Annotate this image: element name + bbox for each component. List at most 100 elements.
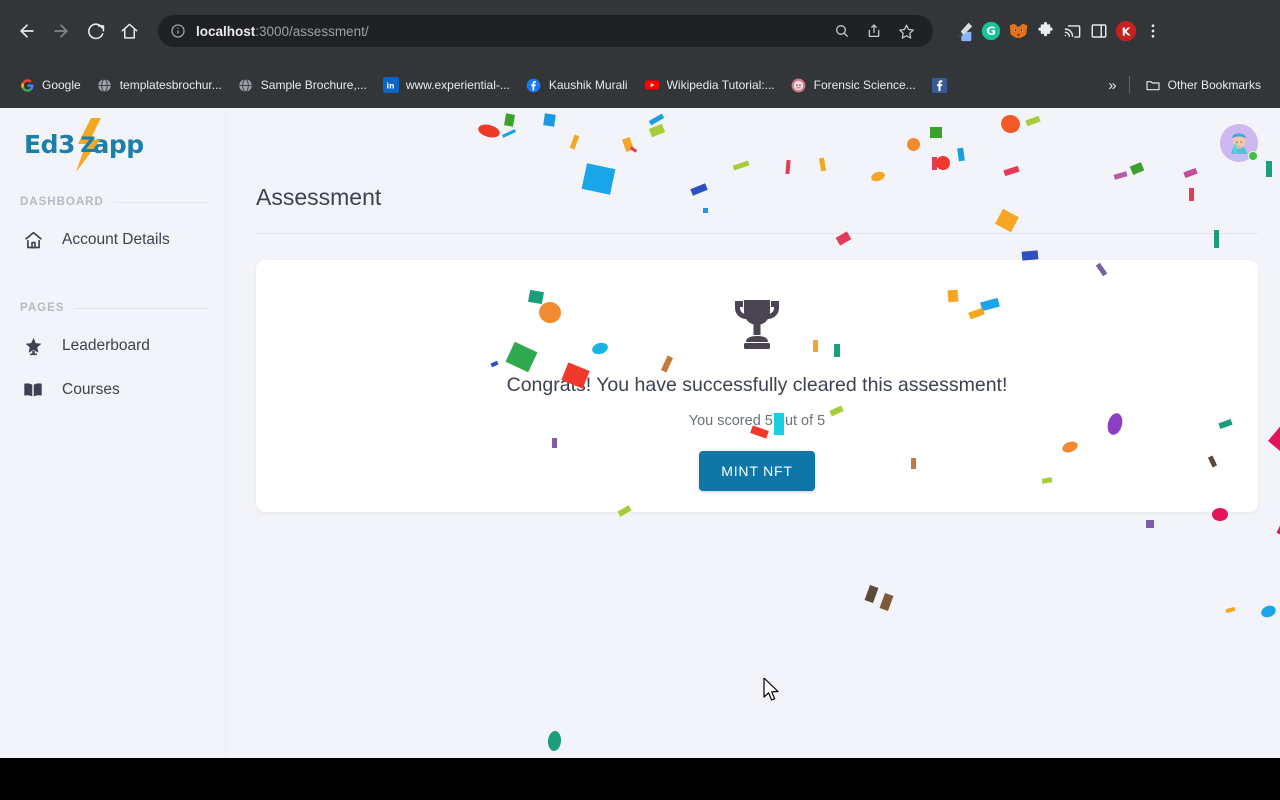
bookmark-item[interactable]: Google: [12, 73, 88, 97]
url-text: localhost:3000/assessment/: [196, 24, 369, 39]
facebook-icon: [932, 77, 948, 93]
bookmark-item[interactable]: Sample Brochure,...: [231, 73, 374, 97]
confetti-piece: [478, 124, 500, 138]
home-icon: [22, 229, 44, 251]
url-host: localhost: [196, 23, 256, 39]
facebook-icon: [526, 77, 542, 93]
svg-text:in: in: [387, 81, 395, 90]
page-bottom-letterbox: [0, 758, 1280, 800]
confetti-piece: [1001, 114, 1020, 134]
other-bookmarks-folder[interactable]: Other Bookmarks: [1138, 73, 1268, 97]
bookmark-item[interactable]: Wikipedia Tutorial:...: [637, 73, 782, 97]
confetti-piece: [1003, 165, 1020, 177]
confetti-piece: [864, 584, 879, 604]
sidebar-item-account-details[interactable]: Account Details: [0, 218, 225, 262]
star-trophy-icon: [22, 335, 44, 357]
congrats-heading: Congrats! You have successfully cleared …: [506, 374, 1008, 396]
confetti-piece: [1146, 520, 1154, 528]
bookmarks-separator: [1128, 76, 1130, 94]
bookmarks-overflow-chevron[interactable]: »: [1104, 77, 1120, 94]
bookmark-item[interactable]: in www.experiential-...: [376, 73, 517, 97]
google-icon: [19, 77, 35, 93]
sidebar-item-label: Account Details: [62, 231, 170, 248]
main-content: Assessment Congrats! You have successful…: [226, 108, 1280, 758]
bookmark-label: Google: [42, 78, 81, 92]
bookmark-item[interactable]: Kaushik Murali: [519, 73, 635, 97]
address-bar[interactable]: localhost:3000/assessment/: [158, 15, 933, 47]
confetti-piece: [622, 137, 634, 152]
chrome-menu-icon[interactable]: [1142, 20, 1164, 42]
eyedropper-extension-icon[interactable]: [953, 20, 975, 42]
extensions-area: G K: [941, 20, 1164, 42]
confetti-piece: [502, 129, 516, 138]
reload-button[interactable]: [78, 14, 112, 48]
online-status-dot: [1248, 151, 1258, 161]
forward-button[interactable]: [44, 14, 78, 48]
confetti-piece: [930, 127, 942, 138]
sidebar: Ed3Zapp Z DASHBOARD Account Details PAGE…: [0, 108, 226, 758]
confetti-piece: [785, 159, 791, 175]
bookmark-label: Wikipedia Tutorial:...: [666, 78, 775, 92]
confetti-piece: [703, 208, 708, 213]
globe-icon: [97, 77, 113, 93]
other-bookmarks-label: Other Bookmarks: [1167, 78, 1261, 92]
confetti-piece: [569, 134, 580, 150]
sidebar-item-courses[interactable]: Courses: [0, 368, 225, 412]
lightning-bolt-z-icon: Z: [73, 118, 103, 177]
confetti-piece: [1183, 167, 1198, 179]
zoom-search-icon[interactable]: [827, 16, 857, 46]
sidebar-section-pages: PAGES: [0, 302, 225, 314]
cast-icon[interactable]: [1061, 20, 1083, 42]
svg-text:K: K: [1122, 26, 1131, 39]
assessment-result-card: Congrats! You have successfully cleared …: [256, 260, 1258, 512]
grammarly-extension-icon[interactable]: G: [980, 20, 1002, 42]
confetti-piece: [818, 157, 827, 172]
avatar[interactable]: [1220, 124, 1258, 162]
bookmark-label: Kaushik Murali: [548, 78, 628, 92]
confetti-piece: [732, 160, 750, 171]
sidebar-item-label: Courses: [62, 381, 120, 398]
header-divider: [256, 233, 1258, 234]
url-path: :3000/assessment/: [255, 23, 369, 39]
bookmark-item[interactable]: templatesbrochur...: [90, 73, 229, 97]
browser-toolbar: localhost:3000/assessment/ G K: [0, 0, 1280, 62]
bookmark-label: templatesbrochur...: [119, 78, 222, 92]
profile-avatar-button[interactable]: K: [1115, 20, 1137, 42]
folder-icon: [1145, 77, 1161, 93]
confetti-piece: [907, 138, 920, 151]
sidebar-item-leaderboard[interactable]: Leaderboard: [0, 324, 225, 368]
fox-extension-icon[interactable]: [1007, 20, 1029, 42]
bookmark-label: Forensic Science...: [813, 78, 916, 92]
info-circle-icon[interactable]: [170, 23, 186, 39]
site-icon: [791, 77, 807, 93]
mint-nft-button[interactable]: MINT NFT: [699, 451, 815, 491]
omnibox-actions: [827, 16, 921, 46]
confetti-piece: [648, 113, 665, 126]
bookmark-item[interactable]: Forensic Science...: [784, 73, 923, 97]
confetti-piece: [871, 171, 885, 182]
confetti-piece: [1113, 171, 1128, 180]
home-button[interactable]: [112, 14, 146, 48]
sidebar-item-label: Leaderboard: [62, 337, 150, 354]
bookmark-label: www.experiential-...: [405, 78, 510, 92]
puzzle-extensions-icon[interactable]: [1034, 20, 1056, 42]
app-logo[interactable]: Ed3Zapp Z: [0, 108, 225, 180]
trophy-icon: [730, 296, 784, 352]
back-button[interactable]: [10, 14, 44, 48]
confetti-piece: [629, 146, 638, 153]
page-viewport: Ed3Zapp Z DASHBOARD Account Details PAGE…: [0, 108, 1280, 758]
bookmark-item[interactable]: [925, 73, 962, 97]
score-text: You scored 5 out of 5: [688, 413, 826, 429]
sidepanel-icon[interactable]: [1088, 20, 1110, 42]
book-icon: [22, 379, 44, 401]
confetti-piece: [936, 156, 950, 170]
bookmarks-bar-right: » Other Bookmarks: [1104, 73, 1268, 97]
browser-chrome: localhost:3000/assessment/ G K Google te…: [0, 0, 1280, 108]
confetti-piece: [581, 163, 616, 195]
share-icon[interactable]: [859, 16, 889, 46]
bookmark-star-icon[interactable]: [891, 16, 921, 46]
section-divider: [113, 201, 209, 203]
page-title: Assessment: [256, 184, 382, 210]
sidebar-section-label: PAGES: [20, 302, 65, 314]
confetti-piece: [504, 113, 515, 127]
